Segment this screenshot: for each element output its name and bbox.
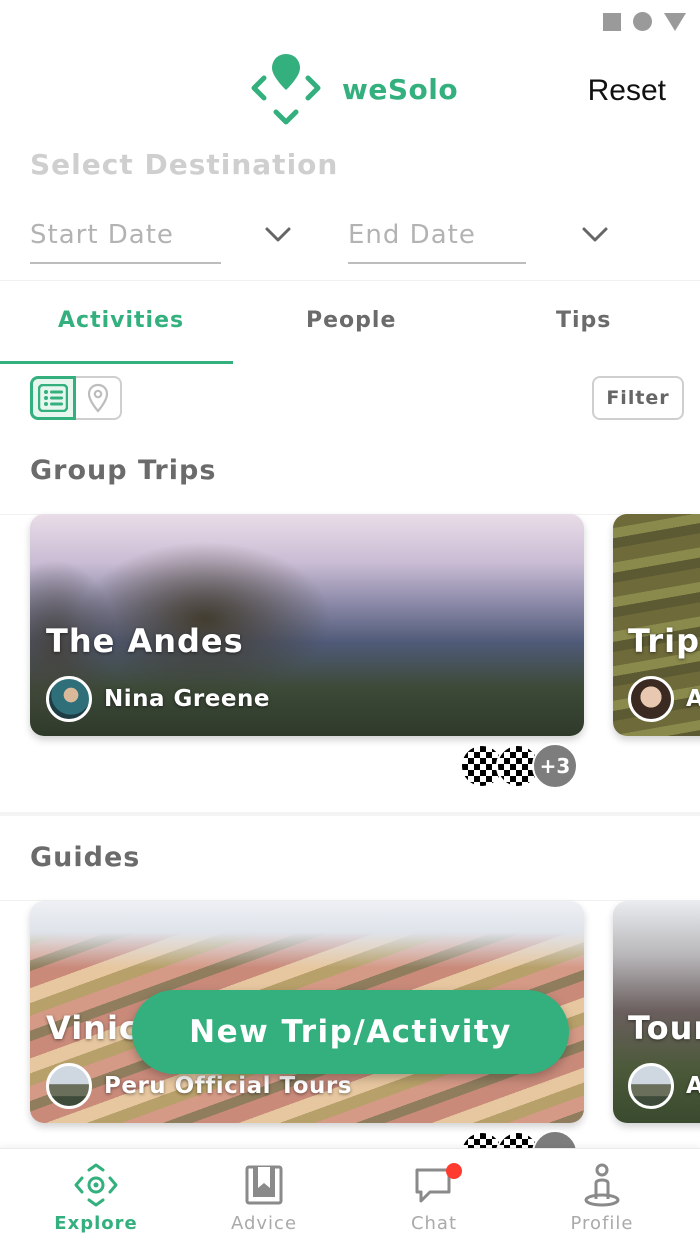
nav-item-explore[interactable]: Explore <box>36 1163 156 1234</box>
tab-activities[interactable]: Activities <box>58 308 184 333</box>
app-name: weSolo <box>342 72 459 106</box>
reset-button[interactable]: Reset <box>588 74 666 108</box>
nav-label: Advice <box>230 1213 298 1234</box>
trip-card[interactable]: Trip A <box>613 514 700 736</box>
nav-label: Chat <box>410 1213 458 1234</box>
triangle-icon <box>664 12 686 31</box>
status-bar <box>603 12 686 31</box>
owner-name: Peru Official Tours <box>104 1073 352 1099</box>
card-title: Trip <box>628 622 700 660</box>
list-view-button[interactable] <box>30 376 76 420</box>
map-view-button[interactable] <box>76 376 122 420</box>
notification-dot <box>446 1163 462 1179</box>
card-owner[interactable]: A <box>628 676 700 722</box>
nav-item-advice[interactable]: Advice <box>204 1163 324 1234</box>
location-pin-icon <box>87 383 109 413</box>
nav-item-profile[interactable]: Profile <box>542 1163 662 1234</box>
card-title: The Andes <box>46 622 244 660</box>
group-trips-heading: Group Trips <box>30 455 217 486</box>
tab-tips[interactable]: Tips <box>556 308 611 333</box>
nav-item-chat[interactable]: Chat <box>374 1163 494 1234</box>
bottom-nav: Explore Advice Chat Profile <box>0 1148 700 1244</box>
guide-card[interactable]: Tour A <box>613 901 700 1123</box>
end-date-field[interactable]: End Date <box>348 220 526 264</box>
square-icon <box>603 12 621 31</box>
profile-icon <box>584 1163 620 1207</box>
view-toggle <box>30 376 122 420</box>
guides-heading: Guides <box>30 842 141 873</box>
active-tab-indicator <box>0 361 233 364</box>
avatar <box>628 1063 674 1109</box>
app-logo: weSolo <box>248 52 458 126</box>
owner-name: A <box>686 1073 700 1099</box>
nav-label: Profile <box>570 1213 634 1234</box>
nav-label: Explore <box>54 1213 138 1234</box>
chevron-down-icon[interactable] <box>581 224 609 246</box>
owner-name: Nina Greene <box>104 686 270 712</box>
filter-button[interactable]: Filter <box>592 376 684 420</box>
participant-avatars[interactable]: +3 <box>460 743 578 789</box>
destination-select[interactable]: Select Destination <box>30 148 338 181</box>
owner-name: A <box>686 686 700 712</box>
new-trip-button[interactable]: New Trip/Activity <box>132 990 569 1074</box>
list-icon <box>38 384 68 412</box>
circle-icon <box>633 12 652 31</box>
explore-icon <box>74 1163 118 1207</box>
tab-people[interactable]: People <box>306 308 396 333</box>
trip-card[interactable]: The Andes Nina Greene <box>30 514 584 736</box>
book-icon <box>245 1165 283 1205</box>
divider <box>0 280 700 281</box>
chevron-down-icon[interactable] <box>264 224 292 246</box>
card-title: Vinic <box>46 1009 139 1047</box>
card-owner[interactable]: A <box>628 1063 700 1109</box>
start-date-field[interactable]: Start Date <box>30 220 221 264</box>
card-title: Tour <box>628 1009 700 1047</box>
more-participants-badge: +3 <box>532 743 578 789</box>
logo-icon <box>251 54 321 125</box>
section-divider <box>0 812 700 816</box>
avatar <box>628 676 674 722</box>
avatar <box>46 676 92 722</box>
card-owner[interactable]: Nina Greene <box>46 676 270 722</box>
avatar <box>46 1063 92 1109</box>
